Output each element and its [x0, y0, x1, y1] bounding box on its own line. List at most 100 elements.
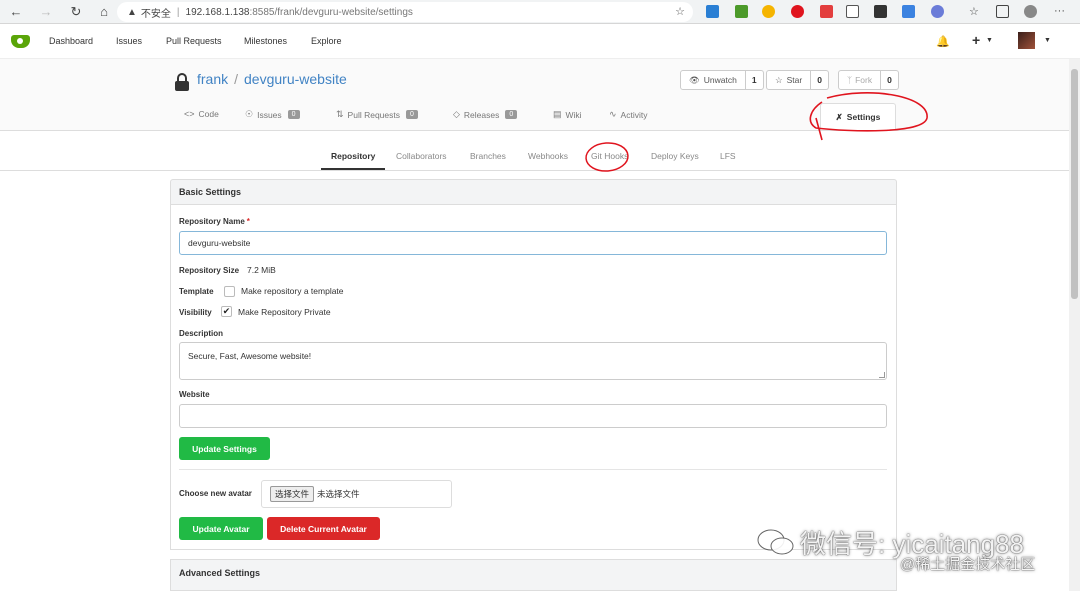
eye-icon: 👁 [689, 74, 700, 85]
website-input[interactable] [179, 404, 887, 428]
tab-pull-requests[interactable]: ⇅ Pull Requests 0 [336, 109, 418, 120]
template-checkbox[interactable] [224, 286, 235, 297]
browser-toolbar: ← → ↻ ⌂ ▲ 不安全 | 192.168.1.138:8585/frank… [0, 0, 1080, 24]
subtab-webhooks[interactable]: Webhooks [528, 151, 568, 161]
nav-issues[interactable]: Issues [116, 36, 142, 46]
tab-activity[interactable]: ∿ Activity [609, 109, 647, 120]
visibility-label: Visibility [179, 308, 212, 317]
create-plus-icon[interactable]: + [972, 32, 980, 48]
tab-pulls-label: Pull Requests [347, 109, 400, 120]
extension-icon[interactable] [735, 5, 748, 18]
tab-issues[interactable]: ☉ Issues 0 [245, 109, 300, 120]
fork-icon: ᛉ [847, 75, 853, 85]
resize-handle[interactable] [879, 372, 885, 378]
repo-name-input[interactable]: devguru-website [179, 231, 887, 255]
extension-icon[interactable] [846, 5, 859, 18]
description-value: Secure, Fast, Awesome website! [188, 351, 312, 361]
profile-icon[interactable] [1024, 5, 1037, 18]
repo-size-label: Repository Size [179, 266, 240, 275]
home-icon[interactable]: ⌂ [96, 4, 112, 20]
page-scrollbar[interactable] [1069, 59, 1080, 591]
watermark-community: @稀土掘金技术社区 [900, 556, 1036, 573]
description-textarea[interactable]: Secure, Fast, Awesome website! [179, 342, 887, 380]
tab-code[interactable]: <> Code [184, 109, 219, 119]
releases-count-badge: 0 [505, 110, 518, 119]
extension-icon[interactable] [931, 5, 944, 18]
unwatch-button[interactable]: 👁 Unwatch [680, 70, 746, 90]
star-icon: ☆ [775, 74, 783, 85]
tab-issues-label: Issues [257, 109, 282, 120]
active-tab-underline [321, 168, 385, 170]
subtab-deploy-keys[interactable]: Deploy Keys [651, 151, 699, 161]
tag-icon: ◇ [453, 109, 460, 119]
tab-settings[interactable]: ✗ Settings [820, 103, 896, 130]
fork-label: Fork [855, 75, 873, 85]
no-file-status: 未选择文件 [317, 489, 360, 499]
extension-icon[interactable] [762, 5, 775, 18]
subtab-branches[interactable]: Branches [470, 151, 506, 161]
repo-owner-link[interactable]: frank [197, 71, 228, 87]
subtab-collaborators[interactable]: Collaborators [396, 151, 447, 161]
extension-icon[interactable] [902, 5, 915, 18]
update-settings-button[interactable]: Update Settings [179, 437, 270, 460]
template-label: Template [179, 287, 214, 296]
chevron-down-icon[interactable]: ▼ [986, 37, 993, 44]
tab-settings-label: Settings [846, 112, 881, 122]
collections-icon[interactable] [996, 5, 1009, 18]
nav-pull-requests[interactable]: Pull Requests [166, 36, 222, 46]
tab-releases-label: Releases [463, 109, 500, 120]
top-navbar: Dashboard Issues Pull Requests Milestone… [0, 24, 1080, 59]
extension-icon[interactable] [820, 5, 833, 18]
private-checkbox-label[interactable]: Make Repository Private [238, 307, 331, 317]
nav-dashboard[interactable]: Dashboard [49, 36, 93, 46]
tab-wiki-label: Wiki [565, 109, 582, 120]
notifications-bell-icon[interactable]: 🔔 [936, 35, 950, 48]
repo-size-value: 7.2 MiB [247, 265, 276, 275]
back-icon[interactable]: ← [8, 4, 24, 20]
extension-icon[interactable] [706, 5, 719, 18]
book-icon: ▤ [553, 109, 562, 119]
reload-icon[interactable]: ↻ [68, 4, 84, 20]
avatar-file-input[interactable]: 选择文件 未选择文件 [261, 480, 452, 508]
advanced-settings-heading: Advanced Settings [170, 559, 897, 591]
tab-releases[interactable]: ◇ Releases 0 [453, 109, 518, 120]
required-mark: * [246, 217, 250, 226]
subtab-repository[interactable]: Repository [331, 151, 375, 161]
subtab-lfs[interactable]: LFS [720, 151, 736, 161]
lock-icon [175, 73, 189, 91]
private-checkbox[interactable]: ✔ [221, 306, 232, 317]
description-label: Description [179, 329, 224, 338]
repo-header: frank / devguru-website 👁 Unwatch 1 ☆ Star 0… [0, 59, 1080, 131]
nav-milestones[interactable]: Milestones [244, 36, 287, 46]
watch-count[interactable]: 1 [745, 70, 764, 90]
scrollbar-thumb[interactable] [1071, 69, 1078, 299]
url-path: :8585/frank/devguru-website/settings [249, 6, 413, 18]
repo-name-label: Repository Name * [179, 217, 250, 226]
template-checkbox-label[interactable]: Make repository a template [241, 286, 344, 296]
star-count[interactable]: 0 [811, 70, 829, 90]
tab-code-label: Code [198, 109, 219, 119]
more-icon[interactable]: ··· [1054, 5, 1067, 18]
pulse-icon: ∿ [609, 109, 617, 119]
chevron-down-icon[interactable]: ▼ [1044, 37, 1051, 44]
extension-icon[interactable] [791, 5, 804, 18]
code-icon: <> [184, 109, 195, 119]
address-bar[interactable]: ▲ 不安全 | 192.168.1.138:8585/frank/devguru… [117, 2, 693, 22]
forward-icon[interactable]: → [38, 4, 54, 20]
gitea-logo-icon[interactable] [11, 35, 30, 48]
bookmark-star-icon[interactable]: ☆ [675, 5, 685, 18]
update-avatar-button[interactable]: Update Avatar [179, 517, 263, 540]
bookmarks-icon[interactable]: ☆ [969, 5, 982, 18]
choose-file-button[interactable]: 选择文件 [270, 486, 315, 502]
star-button[interactable]: ☆ Star [766, 70, 812, 90]
section-divider [179, 469, 887, 470]
nav-explore[interactable]: Explore [311, 36, 342, 46]
repo-name-link[interactable]: devguru-website [244, 71, 347, 87]
tools-icon: ✗ [835, 111, 843, 122]
delete-avatar-button[interactable]: Delete Current Avatar [267, 517, 380, 540]
repo-name-label-text: Repository Name [179, 217, 245, 226]
user-avatar[interactable] [1018, 32, 1035, 49]
tab-wiki[interactable]: ▤ Wiki [553, 109, 582, 120]
subtab-git-hooks[interactable]: Git Hooks [591, 151, 628, 161]
extension-icon[interactable] [874, 5, 887, 18]
